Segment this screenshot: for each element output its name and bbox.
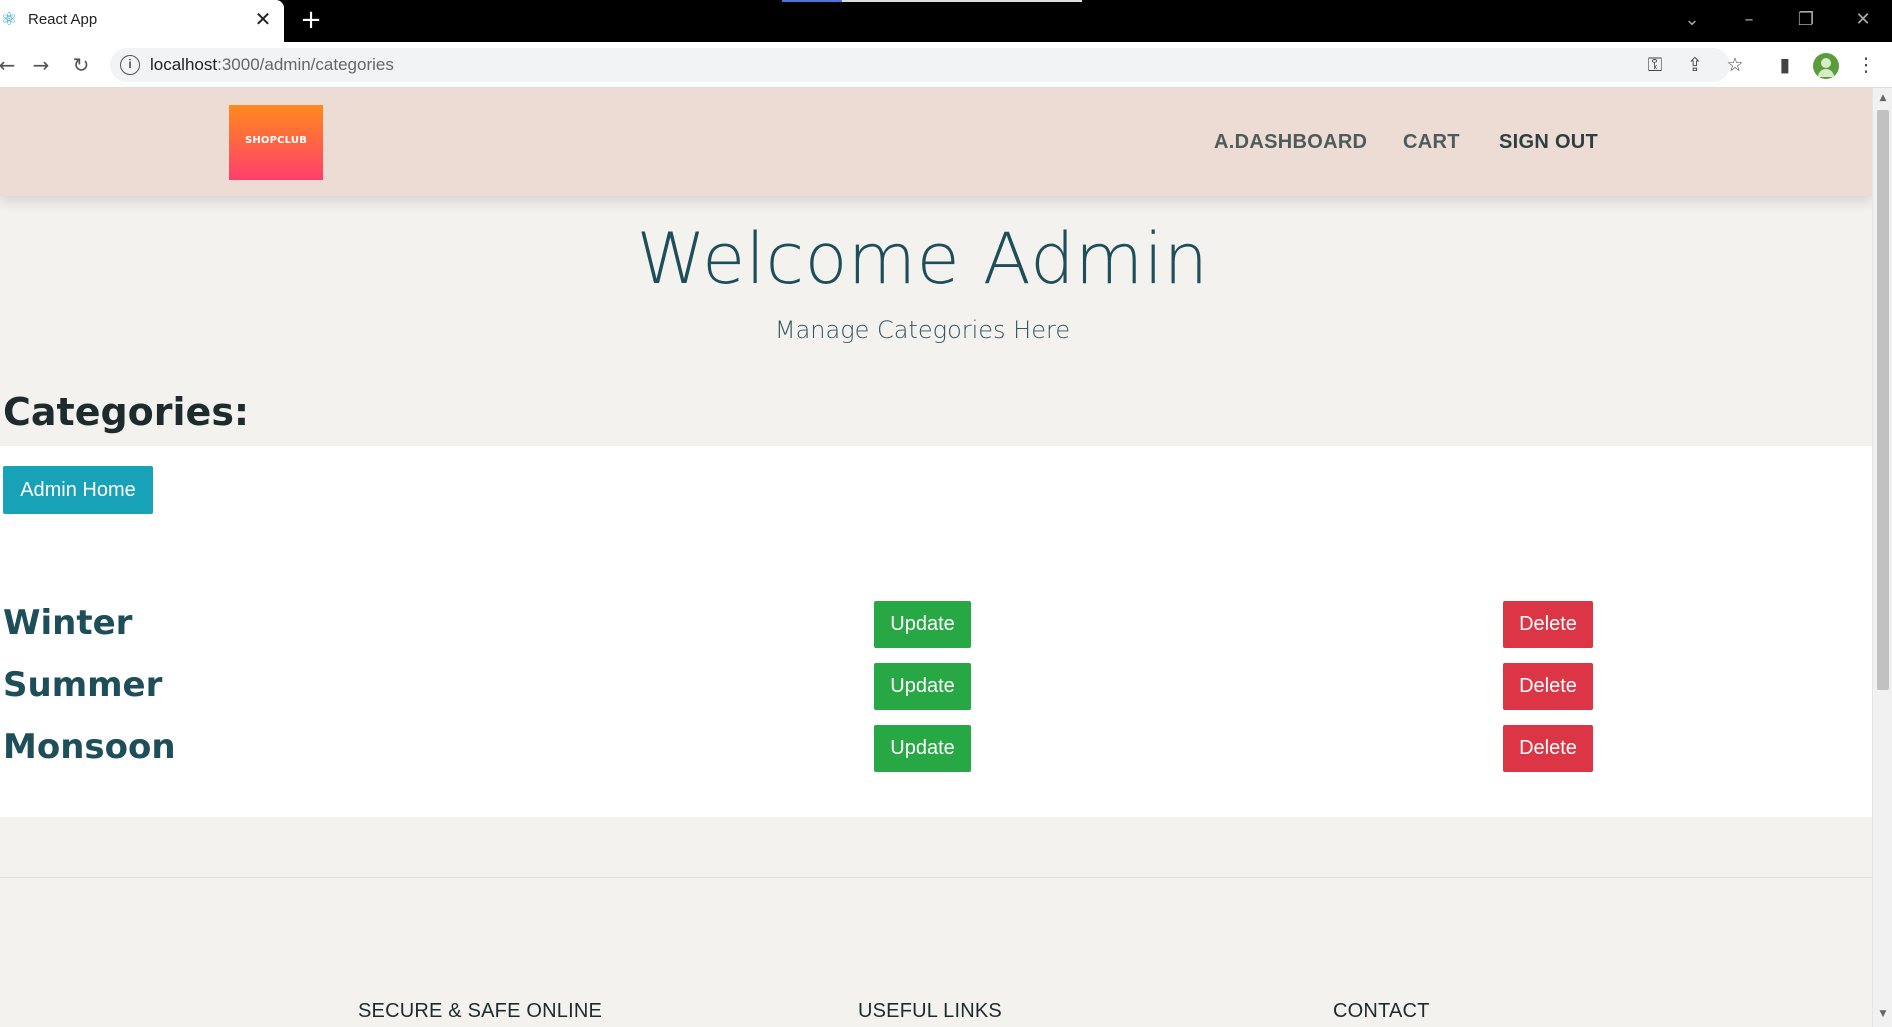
hero-banner: Welcome Admin Manage Categories Here	[0, 196, 1872, 446]
close-icon[interactable]: ✕	[252, 7, 274, 31]
page-title: Welcome Admin	[636, 218, 1209, 300]
page-scrollbar[interactable]: ▲ ▼	[1872, 88, 1892, 1027]
browser-toolbar: ← → ↻ i localhost:3000/admin/categories …	[0, 42, 1892, 88]
category-row: Monsoon Update Delete	[0, 725, 1872, 775]
new-tab-button[interactable]: +	[298, 6, 324, 34]
page-subtitle: Manage Categories Here	[774, 316, 1071, 344]
nav-link-dashboard[interactable]: A.DASHBOARD	[1214, 131, 1367, 154]
category-name: Summer	[3, 665, 163, 705]
update-button[interactable]: Update	[874, 663, 971, 710]
browser-tab[interactable]: ⚛ React App ✕	[0, 0, 284, 42]
reload-icon[interactable]: ↻	[68, 52, 94, 78]
category-row: Summer Update Delete	[0, 663, 1872, 713]
tab-title: React App	[28, 11, 98, 28]
share-icon[interactable]: ⇪	[1682, 52, 1708, 78]
category-row: Winter Update Delete	[0, 601, 1872, 651]
update-button[interactable]: Update	[874, 601, 971, 648]
info-icon[interactable]: i	[120, 55, 140, 75]
category-name: Winter	[3, 603, 133, 643]
admin-home-button[interactable]: Admin Home	[3, 466, 153, 514]
footer-divider	[0, 877, 1872, 878]
scrollbar-thumb[interactable]	[1877, 110, 1889, 690]
profile-avatar[interactable]	[1813, 53, 1839, 79]
nav-link-sign-out[interactable]: SIGN OUT	[1499, 131, 1598, 154]
update-button[interactable]: Update	[874, 725, 971, 772]
logo-text: SHOPCLUB	[244, 135, 308, 146]
tab-search-icon[interactable]: ⌄	[1678, 8, 1706, 32]
url-host: localhost	[150, 55, 218, 74]
browser-tab-strip: ⚛ React App ✕ + ⌄ – ❐ ✕	[0, 0, 1892, 42]
window-close-icon[interactable]: ✕	[1849, 8, 1877, 32]
footer-heading-useful-links: USEFUL LINKS	[858, 1000, 1002, 1022]
url-text[interactable]: localhost:3000/admin/categories	[150, 55, 394, 75]
delete-button[interactable]: Delete	[1503, 601, 1593, 648]
scroll-down-icon[interactable]: ▼	[1877, 1008, 1889, 1020]
tab-loading-progress	[782, 0, 842, 2]
forward-icon[interactable]: →	[28, 52, 54, 78]
site-navbar: SHOPCLUB A.DASHBOARD CART SIGN OUT	[0, 88, 1872, 196]
nav-link-cart[interactable]: CART	[1403, 131, 1460, 154]
side-panel-icon[interactable]: ▮	[1772, 52, 1798, 78]
star-icon[interactable]: ☆	[1722, 52, 1748, 78]
more-icon[interactable]: ⋮	[1853, 52, 1879, 78]
shopclub-logo[interactable]: SHOPCLUB	[229, 105, 323, 180]
site-footer: SECURE & SAFE ONLINE USEFUL LINKS CONTAC…	[0, 817, 1872, 1027]
delete-button[interactable]: Delete	[1503, 663, 1593, 710]
restore-icon[interactable]: ❐	[1792, 8, 1820, 32]
delete-button[interactable]: Delete	[1503, 725, 1593, 772]
url-path: :3000/admin/categories	[217, 55, 394, 74]
page-viewport: SHOPCLUB A.DASHBOARD CART SIGN OUT Welco…	[0, 88, 1872, 1027]
scroll-up-icon[interactable]: ▲	[1877, 92, 1889, 104]
react-icon: ⚛	[0, 9, 18, 30]
key-icon[interactable]: ⚿	[1642, 52, 1668, 78]
minimize-icon[interactable]: –	[1735, 8, 1763, 32]
category-name: Monsoon	[3, 727, 176, 767]
footer-heading-contact: CONTACT	[1333, 1000, 1430, 1022]
address-bar[interactable]: i localhost:3000/admin/categories	[110, 48, 1730, 82]
categories-heading: Categories:	[3, 390, 250, 434]
back-icon[interactable]: ←	[0, 52, 20, 78]
footer-heading-secure: SECURE & SAFE ONLINE	[358, 1000, 603, 1022]
